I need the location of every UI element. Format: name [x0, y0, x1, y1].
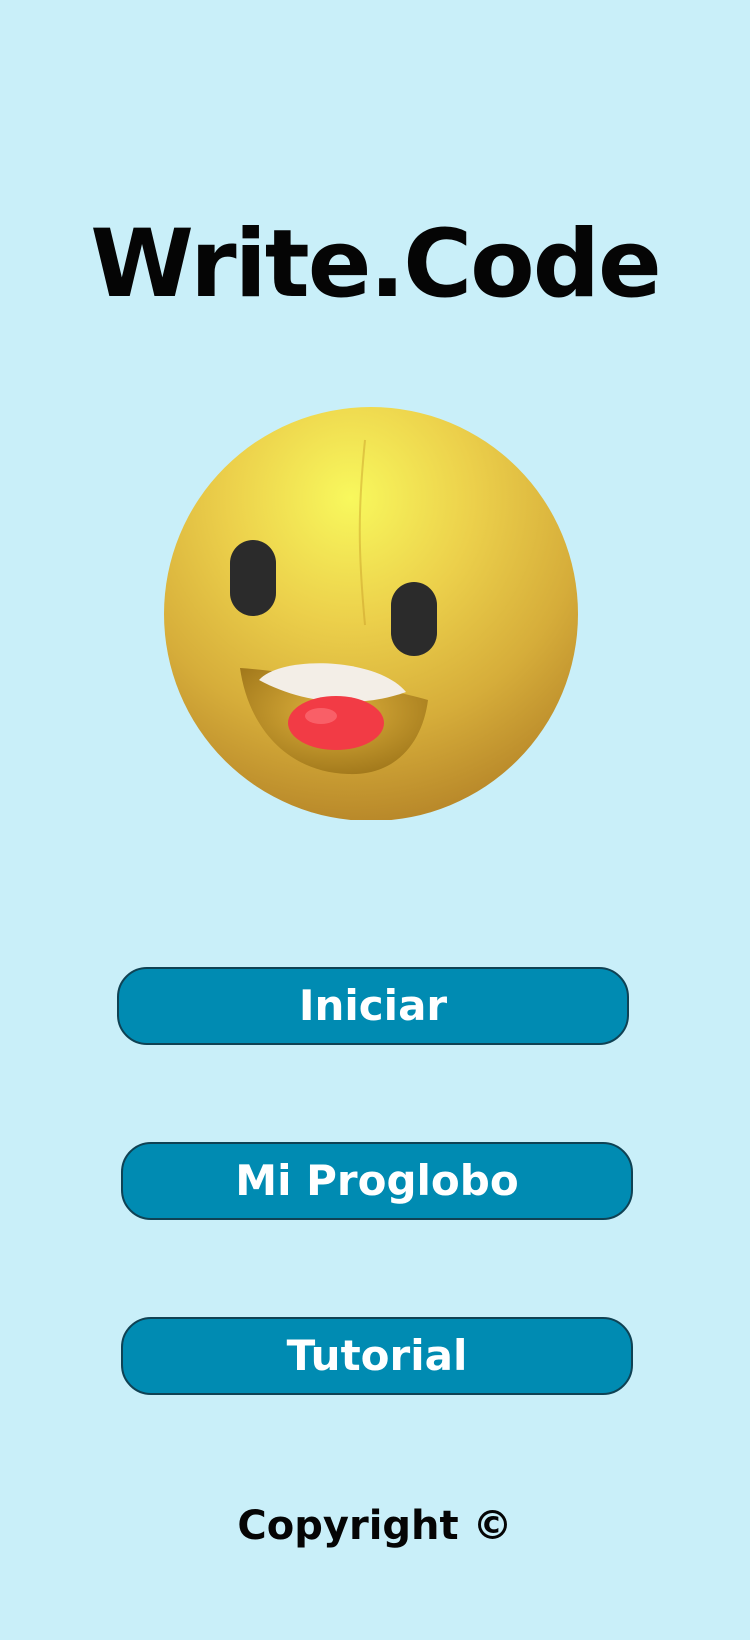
- copyright-text: Copyright ©: [237, 1503, 513, 1549]
- tutorial-button[interactable]: Tutorial: [121, 1317, 633, 1395]
- app-title: Write.Code: [90, 210, 662, 319]
- mi-proglobo-button[interactable]: Mi Proglobo: [121, 1142, 633, 1220]
- surprised-emoji-icon: [160, 400, 580, 821]
- iniciar-button[interactable]: Iniciar: [117, 967, 629, 1045]
